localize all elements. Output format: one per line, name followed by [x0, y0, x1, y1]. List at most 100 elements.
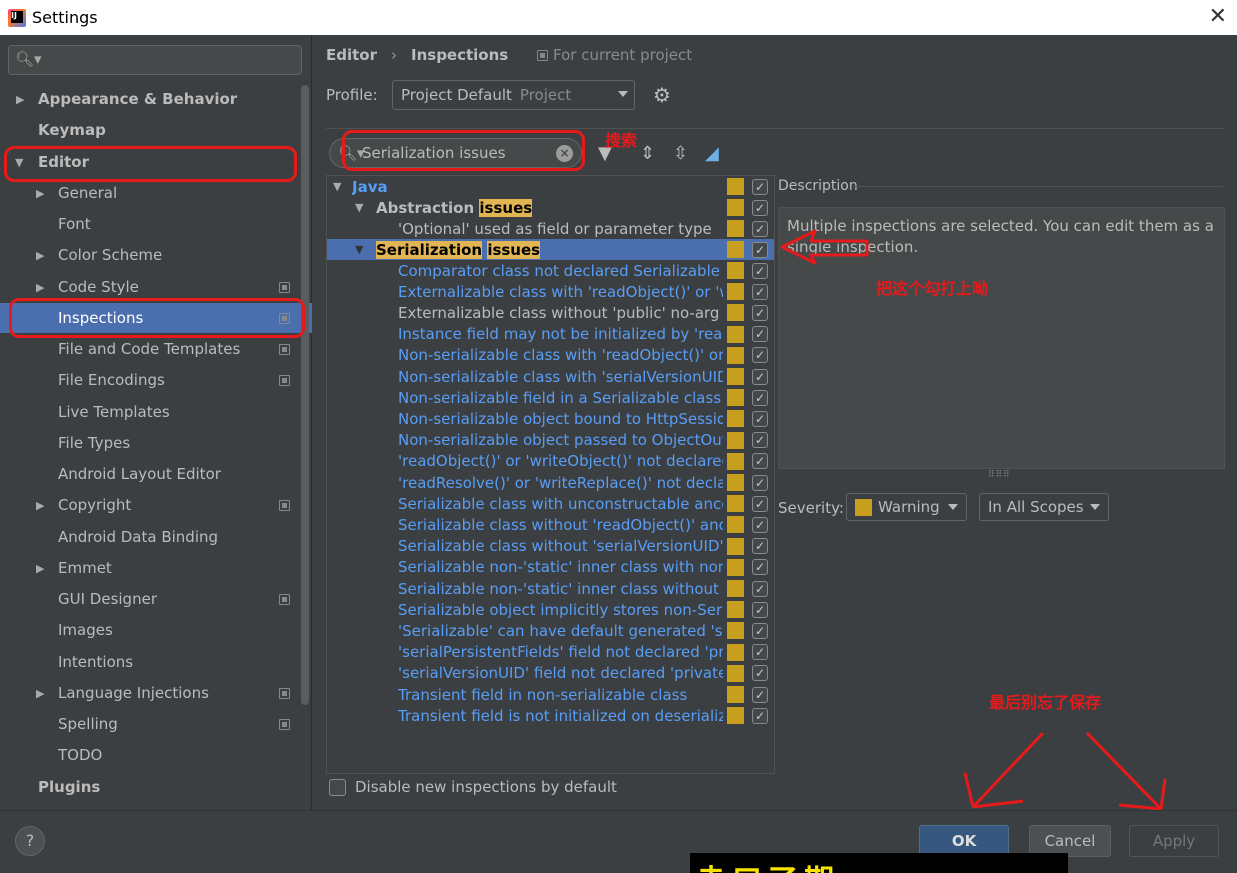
splitter-handle[interactable]: ⠿⠿⠿: [988, 470, 1011, 480]
gear-icon[interactable]: ⚙: [653, 83, 671, 107]
tree-node-abstraction-issues[interactable]: ▼ Abstraction issues ✓: [327, 197, 774, 218]
inspection-row[interactable]: Serializable object implicitly stores no…: [327, 599, 774, 620]
inspection-row[interactable]: Serializable non-'static' inner class wi…: [327, 578, 774, 599]
inspection-checkbox[interactable]: ✓: [752, 453, 768, 470]
sidebar-item-android-layout-editor[interactable]: Android Layout Editor: [0, 459, 300, 489]
severity-warning-icon: [727, 516, 744, 534]
inspection-checkbox[interactable]: ✓: [752, 199, 768, 216]
scope-dropdown[interactable]: In All Scopes: [979, 493, 1109, 521]
inspection-row[interactable]: 'serialPersistentFields' field not decla…: [327, 642, 774, 663]
inspection-row[interactable]: Serializable non-'static' inner class wi…: [327, 557, 774, 578]
inspection-checkbox[interactable]: ✓: [752, 262, 768, 279]
inspection-row[interactable]: Non-serializable object bound to HttpSes…: [327, 408, 774, 429]
expand-all-icon[interactable]: ⇕: [640, 143, 655, 164]
sidebar-item-intentions[interactable]: Intentions: [0, 647, 300, 677]
inspection-row[interactable]: 'readResolve()' or 'writeReplace()' not …: [327, 472, 774, 493]
inspection-row[interactable]: Comparator class not declared Serializab…: [327, 260, 774, 281]
sidebar-scrollbar[interactable]: [301, 85, 309, 705]
sidebar-item-file-code-templates[interactable]: File and Code Templates: [0, 334, 300, 364]
sidebar-item-language-injections[interactable]: ▶ Language Injections: [0, 678, 300, 708]
inspection-row[interactable]: Non-serializable class with 'readObject(…: [327, 345, 774, 366]
sidebar-item-images[interactable]: Images: [0, 615, 300, 645]
sidebar-item-emmet[interactable]: ▶ Emmet: [0, 553, 300, 583]
inspection-checkbox[interactable]: ✓: [752, 665, 768, 682]
help-button[interactable]: ?: [15, 826, 45, 856]
inspection-checkbox[interactable]: ✓: [752, 474, 768, 491]
inspection-checkbox[interactable]: ✓: [752, 644, 768, 661]
breadcrumb-editor[interactable]: Editor: [326, 46, 377, 64]
project-scope-icon: [279, 718, 290, 730]
inspection-checkbox[interactable]: ✓: [752, 410, 768, 427]
sidebar-item-spelling[interactable]: Spelling: [0, 709, 300, 739]
sidebar-item-copyright[interactable]: ▶ Copyright: [0, 490, 300, 520]
title-bar: Settings ✕: [0, 0, 1237, 35]
sidebar-item-editor[interactable]: ▼ Editor: [0, 147, 300, 177]
inspection-checkbox[interactable]: ✓: [752, 707, 768, 724]
sidebar-item-todo[interactable]: TODO: [0, 740, 300, 770]
inspection-row[interactable]: Externalizable class without 'public' no…: [327, 302, 774, 323]
inspection-checkbox[interactable]: ✓: [752, 580, 768, 597]
apply-button[interactable]: Apply: [1129, 825, 1219, 857]
inspection-row[interactable]: 'Serializable' can have default generate…: [327, 620, 774, 641]
inspection-checkbox[interactable]: ✓: [752, 347, 768, 364]
sidebar-item-general[interactable]: ▶ General: [0, 178, 300, 208]
project-scope-icon: [537, 49, 548, 61]
inspection-row[interactable]: 'serialVersionUID' field not declared 'p…: [327, 663, 774, 684]
inspection-checkbox[interactable]: ✓: [752, 326, 768, 343]
sidebar-item-inspections[interactable]: Inspections: [0, 303, 312, 333]
settings-search-input[interactable]: 🔍︎▾: [8, 45, 302, 75]
inspection-row-label: Serializable object implicitly stores no…: [398, 600, 723, 619]
inspection-checkbox[interactable]: ✓: [752, 220, 768, 237]
inspection-row-label: Non-serializable object bound to HttpSes…: [398, 409, 723, 428]
inspection-checkbox[interactable]: ✓: [752, 389, 768, 406]
sidebar-item-android-data-binding[interactable]: Android Data Binding: [0, 522, 300, 552]
tree-node-java[interactable]: ▼ Java ✓: [327, 176, 774, 197]
sidebar-item-plugins[interactable]: Plugins: [0, 772, 300, 802]
disable-new-inspections[interactable]: Disable new inspections by default: [329, 778, 617, 796]
collapse-all-icon[interactable]: ⇳: [673, 143, 688, 164]
sidebar-item-color-scheme[interactable]: ▶ Color Scheme: [0, 240, 300, 270]
inspection-row[interactable]: Non-serializable field in a Serializable…: [327, 387, 774, 408]
disable-new-checkbox[interactable]: [329, 778, 346, 796]
severity-warning-icon: [727, 389, 744, 407]
inspection-search-input[interactable]: 🔍︎▾ Serialization issues ×: [329, 138, 582, 168]
tree-node-serialization-issues[interactable]: ▼ Serialization issues ✓: [327, 239, 774, 260]
eraser-reset-icon[interactable]: ◢: [705, 143, 719, 164]
inspection-row[interactable]: Non-serializable object passed to Object…: [327, 430, 774, 451]
inspection-row[interactable]: Transient field is not initialized on de…: [327, 705, 774, 726]
sidebar-item-gui-designer[interactable]: GUI Designer: [0, 584, 300, 614]
close-icon[interactable]: ✕: [1209, 4, 1227, 29]
sidebar-item-live-templates[interactable]: Live Templates: [0, 397, 300, 427]
inspection-row[interactable]: Serializable class without 'readObject()…: [327, 514, 774, 535]
inspection-checkbox[interactable]: ✓: [752, 304, 768, 321]
inspection-checkbox[interactable]: ✓: [752, 241, 768, 258]
inspection-checkbox[interactable]: ✓: [752, 495, 768, 512]
sidebar-item-file-types[interactable]: File Types: [0, 428, 300, 458]
inspection-row[interactable]: Serializable class with unconstructable …: [327, 493, 774, 514]
inspection-row[interactable]: Non-serializable class with 'serialVersi…: [327, 366, 774, 387]
inspection-checkbox[interactable]: ✓: [752, 538, 768, 555]
sidebar-item-font[interactable]: Font: [0, 209, 300, 239]
inspection-checkbox[interactable]: ✓: [752, 368, 768, 385]
tree-item-optional[interactable]: 'Optional' used as field or parameter ty…: [327, 218, 774, 239]
inspection-checkbox[interactable]: ✓: [752, 601, 768, 618]
inspection-checkbox[interactable]: ✓: [752, 178, 768, 195]
sidebar-item-appearance[interactable]: ▶ Appearance & Behavior: [0, 84, 300, 114]
profile-dropdown[interactable]: Project Default Project: [392, 80, 635, 110]
inspection-checkbox[interactable]: ✓: [752, 283, 768, 300]
inspection-row[interactable]: Instance field may not be initialized by…: [327, 324, 774, 345]
inspection-checkbox[interactable]: ✓: [752, 516, 768, 533]
clear-search-icon[interactable]: ×: [556, 145, 573, 162]
inspection-row[interactable]: Transient field in non-serializable clas…: [327, 684, 774, 705]
inspection-row[interactable]: Serializable class without 'serialVersio…: [327, 536, 774, 557]
sidebar-item-code-style[interactable]: ▶ Code Style: [0, 272, 300, 302]
inspection-row[interactable]: Externalizable class with 'readObject()'…: [327, 281, 774, 302]
inspection-checkbox[interactable]: ✓: [752, 432, 768, 449]
inspection-row[interactable]: 'readObject()' or 'writeObject()' not de…: [327, 451, 774, 472]
inspection-checkbox[interactable]: ✓: [752, 559, 768, 576]
sidebar-item-keymap[interactable]: Keymap: [0, 115, 300, 145]
inspection-checkbox[interactable]: ✓: [752, 686, 768, 703]
sidebar-item-file-encodings[interactable]: File Encodings: [0, 365, 300, 395]
inspection-checkbox[interactable]: ✓: [752, 622, 768, 639]
severity-dropdown[interactable]: Warning: [846, 493, 967, 521]
